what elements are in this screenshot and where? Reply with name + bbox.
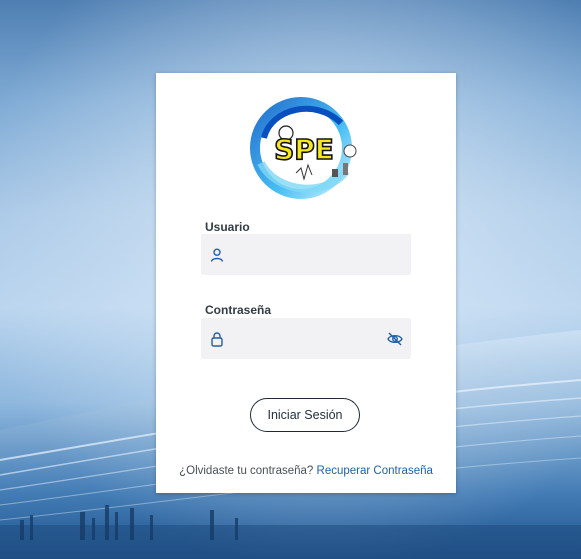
recover-password-link[interactable]: Recuperar Contraseña xyxy=(317,465,433,477)
eye-slash-icon[interactable] xyxy=(387,331,403,347)
forgot-password-row: ¿Olvidaste tu contraseña? Recuperar Cont… xyxy=(156,465,456,477)
user-icon xyxy=(210,248,224,262)
password-field[interactable] xyxy=(201,318,411,361)
login-card: SPE Usuario Contraseña Iniciar Sesión ¿O… xyxy=(156,73,456,493)
lock-icon xyxy=(211,332,223,347)
username-label: Usuario xyxy=(205,220,250,234)
forgot-password-text: ¿Olvidaste tu contraseña? xyxy=(179,465,314,477)
username-input[interactable] xyxy=(231,234,385,277)
password-input[interactable] xyxy=(231,318,385,361)
login-button[interactable]: Iniciar Sesión xyxy=(250,398,360,432)
spe-logo: SPE xyxy=(250,97,357,199)
password-label: Contraseña xyxy=(205,303,272,317)
username-field[interactable] xyxy=(201,234,411,277)
logo-text: SPE xyxy=(274,133,334,166)
